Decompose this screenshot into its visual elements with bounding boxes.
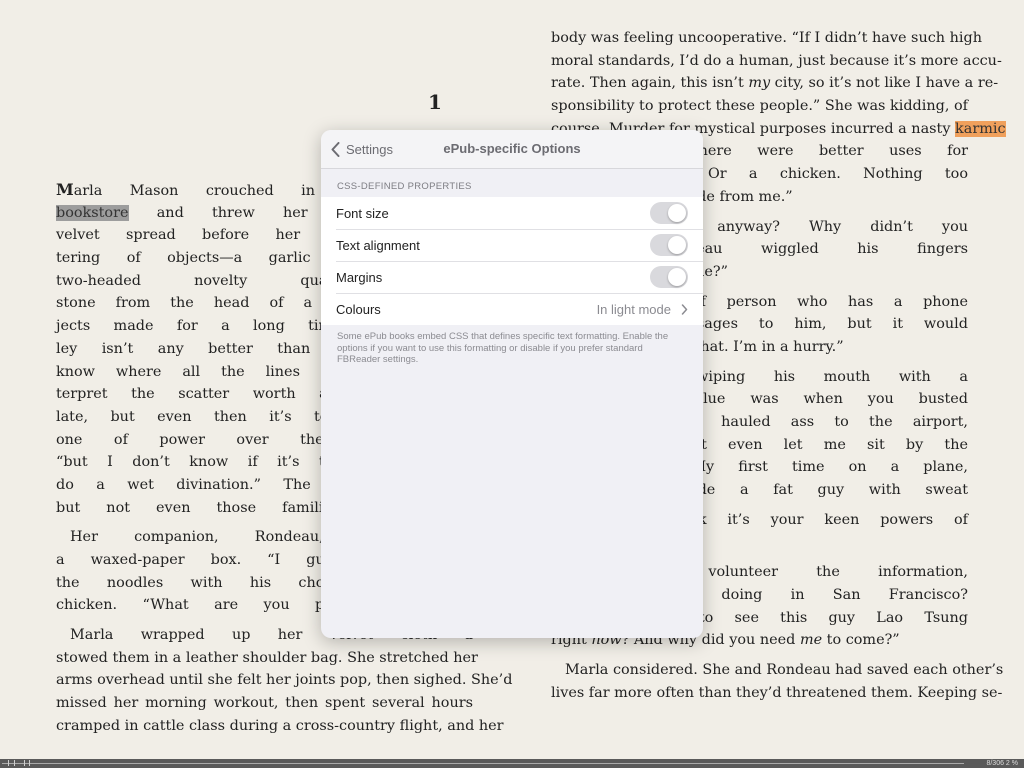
page-counter: 8/306 2 % xyxy=(986,760,1018,767)
chapter-tick xyxy=(8,760,9,766)
text-alignment-row[interactable]: Text alignment xyxy=(321,229,703,261)
text-line: cramped in cattle class during a cross-c… xyxy=(56,717,504,734)
margins-row[interactable]: Margins xyxy=(321,261,703,293)
emphasis: my xyxy=(748,75,771,92)
text-line: rate. Then again, this isn’t my city, so… xyxy=(551,75,999,92)
colours-row[interactable]: Colours In light mode xyxy=(321,293,703,325)
text-line: Marla considered. She and Rondeau had sa… xyxy=(565,661,1004,678)
text-alignment-label: Text alignment xyxy=(336,237,420,253)
text-line: moral standards, I’d do a human, just be… xyxy=(551,52,1002,69)
text-line: stowed them in a leather shoulder bag. S… xyxy=(56,649,478,666)
epub-options-popover: Settings ePub-specific Options CSS-DEFIN… xyxy=(321,130,703,638)
text-line: arms overhead until she felt her joints … xyxy=(56,672,513,689)
text-alignment-toggle[interactable] xyxy=(650,234,688,256)
chapter-tick xyxy=(29,760,30,766)
highlighted-word: karmic xyxy=(955,120,1006,137)
text-line: missed her morning workout, then spent s… xyxy=(56,695,473,712)
margins-label: Margins xyxy=(336,269,383,285)
margins-toggle[interactable] xyxy=(650,266,688,288)
text-line: sponsibility to protect these people.” S… xyxy=(551,98,968,115)
options-group: Font size Text alignment Margins Colours… xyxy=(321,197,703,325)
text-line: body was feeling uncooperative. “If I di… xyxy=(551,30,982,46)
progress-bar[interactable]: 8/306 2 % xyxy=(0,759,1024,768)
footer-note: Some ePub books embed CSS that defines s… xyxy=(337,331,669,365)
popover-title: ePub-specific Options xyxy=(443,141,581,156)
highlighted-word: bookstore xyxy=(56,204,129,221)
progress-track[interactable] xyxy=(2,763,964,764)
emphasis: me xyxy=(799,632,823,649)
font-size-label: Font size xyxy=(336,205,389,221)
colours-label: Colours xyxy=(336,301,381,317)
chapter-number: 1 xyxy=(428,90,442,114)
font-size-row[interactable]: Font size xyxy=(321,197,703,229)
toggle-knob xyxy=(668,268,686,286)
popover-header: Settings ePub-specific Options xyxy=(321,130,703,169)
section-header: CSS-DEFINED PROPERTIES xyxy=(337,181,472,192)
text-line: lives far more often than they’d threate… xyxy=(551,684,1003,701)
font-size-toggle[interactable] xyxy=(650,202,688,224)
chapter-tick xyxy=(14,760,15,766)
drop-cap: M xyxy=(56,180,74,199)
toggle-knob xyxy=(668,204,686,222)
toggle-knob xyxy=(668,236,686,254)
chapter-tick xyxy=(24,760,25,766)
colours-value: In light mode xyxy=(596,301,671,317)
chevron-right-icon xyxy=(681,303,688,315)
